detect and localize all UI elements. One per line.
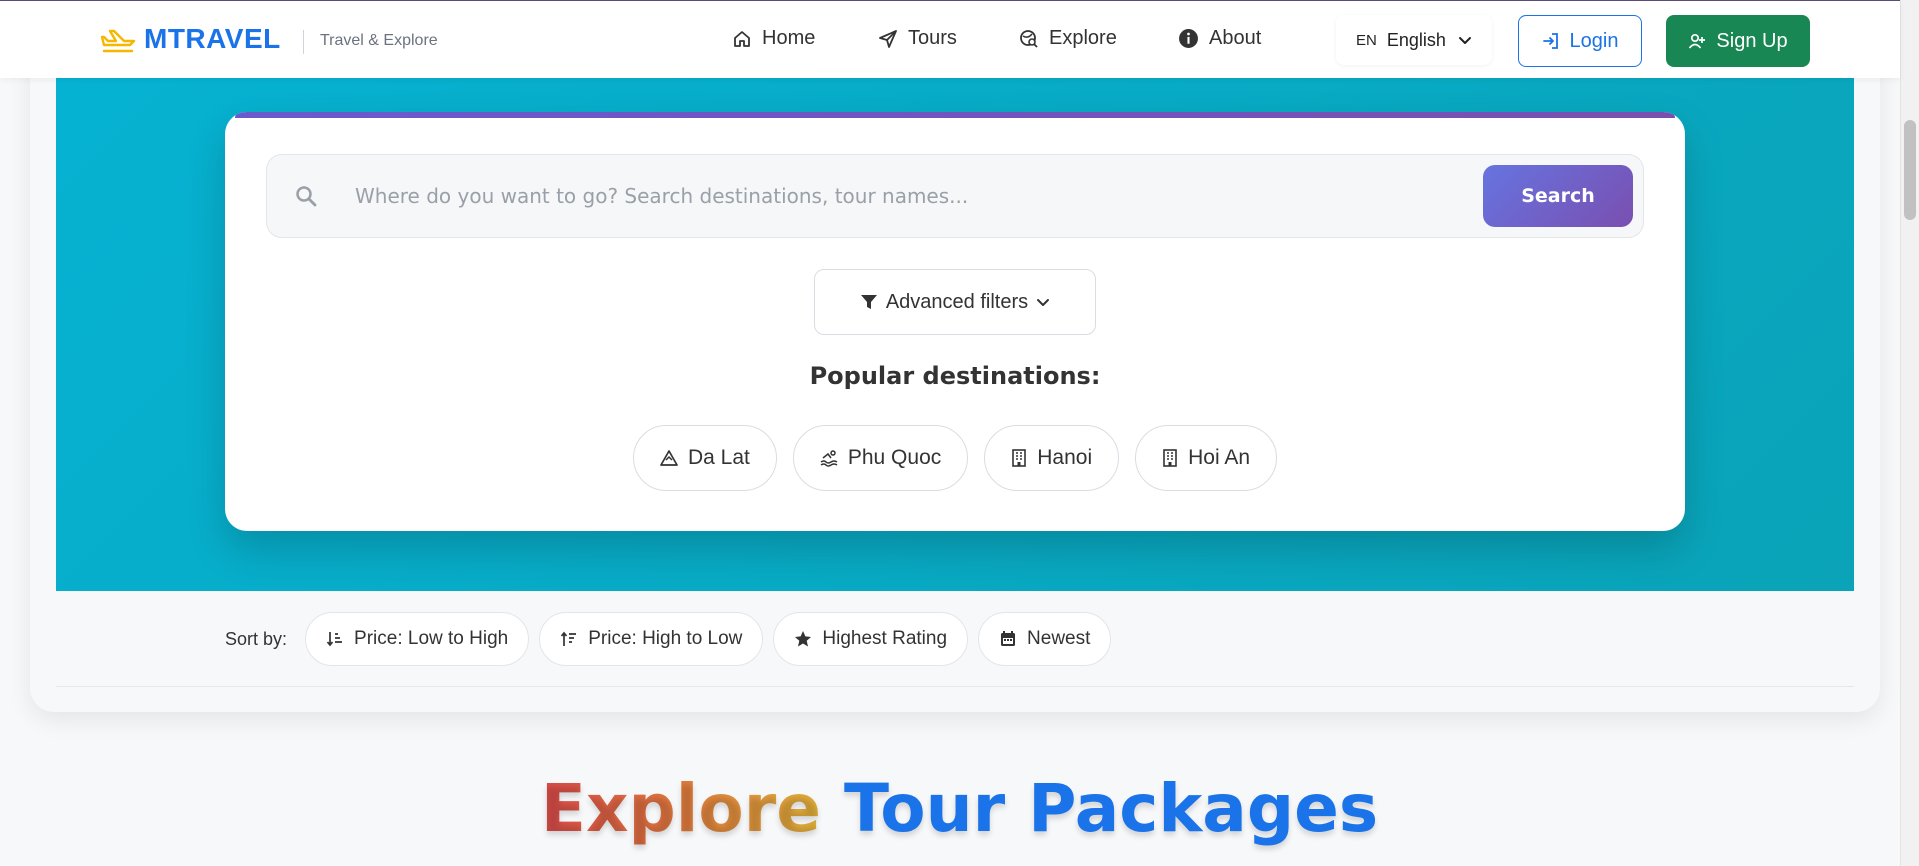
section-title: Explore Tour Packages [0, 770, 1919, 847]
advanced-filters-button[interactable]: Advanced filters [814, 269, 1096, 335]
page-scrollbar[interactable] [1900, 0, 1919, 866]
login-button[interactable]: Login [1518, 15, 1642, 67]
home-icon [734, 30, 750, 47]
scrollbar-thumb[interactable] [1904, 120, 1916, 220]
nav-home[interactable]: Home [732, 27, 815, 50]
sort-asc-icon [326, 632, 343, 647]
destination-label: Da Lat [687, 446, 750, 469]
signup-label: Sign Up [1716, 29, 1788, 52]
search-input[interactable] [355, 173, 1405, 219]
add-user-icon [1689, 33, 1706, 49]
destination-chip-hanoi[interactable]: Hanoi [984, 425, 1120, 491]
language-code: EN [1356, 31, 1377, 49]
brand-tagline: Travel & Explore [303, 30, 438, 54]
search-card: Search Advanced filters Popular destinat… [225, 112, 1685, 531]
search-card-accent [235, 112, 1675, 118]
building-icon [1163, 449, 1177, 467]
brand-logo[interactable]: MTRAVEL [100, 23, 281, 55]
filter-icon [860, 295, 877, 309]
swimmer-icon [820, 450, 838, 467]
destination-chip-hoi-an[interactable]: Hoi An [1135, 425, 1278, 491]
plane-icon [100, 29, 136, 53]
search-icon [296, 186, 317, 207]
sort-rating-button[interactable]: Highest Rating [773, 612, 969, 666]
destination-chip-phu-quoc[interactable]: Phu Quoc [792, 425, 969, 491]
nav-explore[interactable]: Explore [1019, 27, 1117, 50]
sort-price-desc-button[interactable]: Price: High to Low [539, 612, 764, 666]
sort-option-label: Highest Rating [822, 628, 948, 649]
destination-label: Hanoi [1037, 446, 1093, 469]
language-label: English [1386, 29, 1446, 50]
nav-tours[interactable]: Tours [878, 27, 957, 50]
section-title-part1: Explore [540, 770, 822, 847]
search-button[interactable]: Search [1483, 165, 1633, 227]
mountain-icon [660, 450, 678, 466]
nav-tours-label: Tours [908, 27, 957, 49]
brand-name: MTRAVEL [144, 23, 281, 54]
sort-option-label: Newest [1027, 628, 1091, 649]
destination-label: Phu Quoc [847, 446, 942, 469]
nav-about[interactable]: About [1178, 27, 1261, 50]
login-label: Login [1569, 29, 1619, 52]
chevron-down-icon [1037, 299, 1050, 306]
sort-option-label: Price: Low to High [354, 628, 509, 649]
destination-label: Hoi An [1188, 446, 1251, 469]
nav-about-label: About [1209, 27, 1262, 49]
advanced-filters-label: Advanced filters [885, 290, 1029, 313]
signup-button[interactable]: Sign Up [1666, 15, 1810, 67]
divider [56, 686, 1854, 687]
section-title-part2: Tour Packages [844, 770, 1379, 847]
star-icon [795, 631, 812, 647]
building-icon [1012, 449, 1027, 467]
nav-explore-label: Explore [1049, 27, 1117, 49]
nav-home-label: Home [762, 27, 816, 49]
send-icon [879, 29, 897, 48]
destination-chip-da-lat[interactable]: Da Lat [632, 425, 777, 491]
top-navbar: MTRAVEL Travel & Explore Home Tours Expl… [0, 0, 1900, 78]
sort-bar: Sort by: Price: Low to High Price: High … [225, 612, 1112, 666]
popular-destinations-title: Popular destinations: [809, 362, 1101, 390]
sort-option-label: Price: High to Low [588, 628, 743, 649]
calendar-icon [1001, 631, 1016, 646]
sort-price-asc-button[interactable]: Price: Low to High [305, 612, 530, 666]
popular-destinations-list: Da Lat Phu Quoc Hanoi Hoi An [225, 425, 1685, 491]
info-icon [1179, 29, 1198, 48]
search-bar: Search [266, 154, 1644, 238]
language-selector[interactable]: EN English [1336, 15, 1492, 65]
sort-label: Sort by: [225, 628, 288, 649]
chevron-down-icon [1458, 37, 1471, 44]
sort-newest-button[interactable]: Newest [978, 612, 1112, 666]
globe-search-icon [1020, 29, 1038, 48]
login-icon [1542, 33, 1558, 49]
sort-desc-icon [561, 631, 577, 646]
